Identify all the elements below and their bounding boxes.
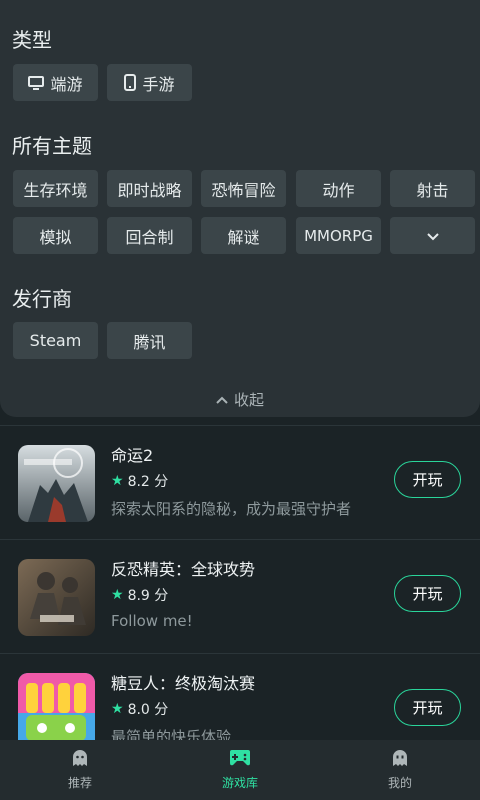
publisher-chip-tencent[interactable]: 腾讯 — [107, 322, 192, 359]
star-icon: ★ — [111, 473, 124, 489]
expand-themes-button[interactable] — [390, 217, 475, 254]
game-rating: ★ 8.2 分 — [111, 471, 168, 491]
filter-panel: 类型 端游 手游 所有主题 生存环境 即时战略 恐怖冒险 动作 射击 模拟 回合… — [0, 0, 480, 417]
desktop-icon — [28, 75, 45, 90]
type-chip-mobile[interactable]: 手游 — [107, 64, 192, 101]
game-cover-fall-guys — [18, 673, 95, 750]
game-title: 反恐精英：全球攻势 — [111, 560, 256, 579]
chevron-down-icon — [426, 226, 439, 245]
collapse-button[interactable]: 收起 — [0, 386, 480, 412]
game-description: Follow me! — [111, 612, 193, 630]
star-icon: ★ — [111, 701, 124, 717]
theme-chip-mmorpg[interactable]: MMORPG — [296, 217, 381, 254]
nav-game-library[interactable]: 游戏库 — [160, 740, 320, 800]
theme-chip-label: 恐怖冒险 — [211, 180, 276, 200]
game-rating: ★ 8.0 分 — [111, 699, 168, 719]
theme-chip-label: 生存环境 — [23, 180, 88, 200]
nav-profile-label: 我的 — [387, 776, 412, 790]
game-title: 糖豆人：终极淘汰赛 — [111, 674, 256, 693]
type-chip-pc-label: 端游 — [50, 74, 83, 94]
game-item-destiny2[interactable]: 命运2 ★ 8.2 分 探索太阳系的隐秘，成为最强守护者 开玩 — [0, 427, 480, 541]
gamepad-icon — [228, 749, 252, 774]
game-title: 命运2 — [111, 446, 154, 465]
theme-chip-rts[interactable]: 即时战略 — [107, 170, 192, 207]
theme-chip-shooter[interactable]: 射击 — [390, 170, 475, 207]
game-rating: ★ 8.9 分 — [111, 585, 168, 605]
theme-chip-label: 回合制 — [125, 227, 174, 247]
nav-recommend[interactable]: 推荐 — [0, 740, 160, 800]
type-section-title: 类型 — [12, 28, 52, 52]
type-chip-mobile-label: 手游 — [142, 74, 175, 94]
game-cover-csgo — [18, 559, 95, 636]
game-description: 探索太阳系的隐秘，成为最强守护者 — [111, 500, 352, 518]
theme-chip-puzzle[interactable]: 解谜 — [201, 217, 286, 254]
nav-recommend-label: 推荐 — [67, 776, 92, 790]
theme-chip-label: 即时战略 — [117, 180, 182, 200]
theme-chip-simulation[interactable]: 模拟 — [13, 217, 98, 254]
theme-chip-label: MMORPG — [304, 226, 373, 245]
game-item-csgo[interactable]: 反恐精英：全球攻势 ★ 8.9 分 Follow me! 开玩 — [0, 541, 480, 655]
ghost-icon — [71, 749, 89, 774]
play-button[interactable]: 开玩 — [394, 461, 461, 498]
theme-chip-label: 动作 — [322, 180, 355, 200]
play-button[interactable]: 开玩 — [394, 689, 461, 726]
bottom-nav: 推荐 游戏库 我的 — [0, 740, 480, 800]
game-rating-value: 8.0 分 — [127, 702, 169, 718]
publisher-chip-label: 腾讯 — [133, 332, 166, 352]
publisher-section-title: 发行商 — [12, 287, 72, 311]
play-button[interactable]: 开玩 — [394, 575, 461, 612]
game-rating-value: 8.2 分 — [127, 474, 169, 490]
divider — [0, 539, 480, 540]
type-chip-pc[interactable]: 端游 — [13, 64, 98, 101]
theme-chip-label: 解谜 — [227, 227, 260, 247]
game-rating-value: 8.9 分 — [127, 588, 169, 604]
profile-ghost-icon — [391, 749, 409, 774]
publisher-chip-steam[interactable]: Steam — [13, 322, 98, 359]
game-cover-destiny2 — [18, 445, 95, 522]
theme-chip-turn-based[interactable]: 回合制 — [107, 217, 192, 254]
theme-chip-label: 模拟 — [39, 227, 72, 247]
star-icon: ★ — [111, 587, 124, 603]
chevron-up-icon — [216, 390, 234, 408]
theme-section-title: 所有主题 — [12, 134, 92, 158]
theme-chip-action[interactable]: 动作 — [296, 170, 381, 207]
collapse-label: 收起 — [233, 390, 264, 409]
theme-chip-horror[interactable]: 恐怖冒险 — [201, 170, 286, 207]
publisher-chip-label: Steam — [29, 331, 82, 350]
divider — [0, 425, 480, 426]
divider — [0, 653, 480, 654]
theme-chip-survival[interactable]: 生存环境 — [13, 170, 98, 207]
nav-game-library-label: 游戏库 — [221, 776, 258, 790]
nav-profile[interactable]: 我的 — [320, 740, 480, 800]
theme-chip-label: 射击 — [416, 180, 449, 200]
phone-icon — [124, 74, 137, 91]
